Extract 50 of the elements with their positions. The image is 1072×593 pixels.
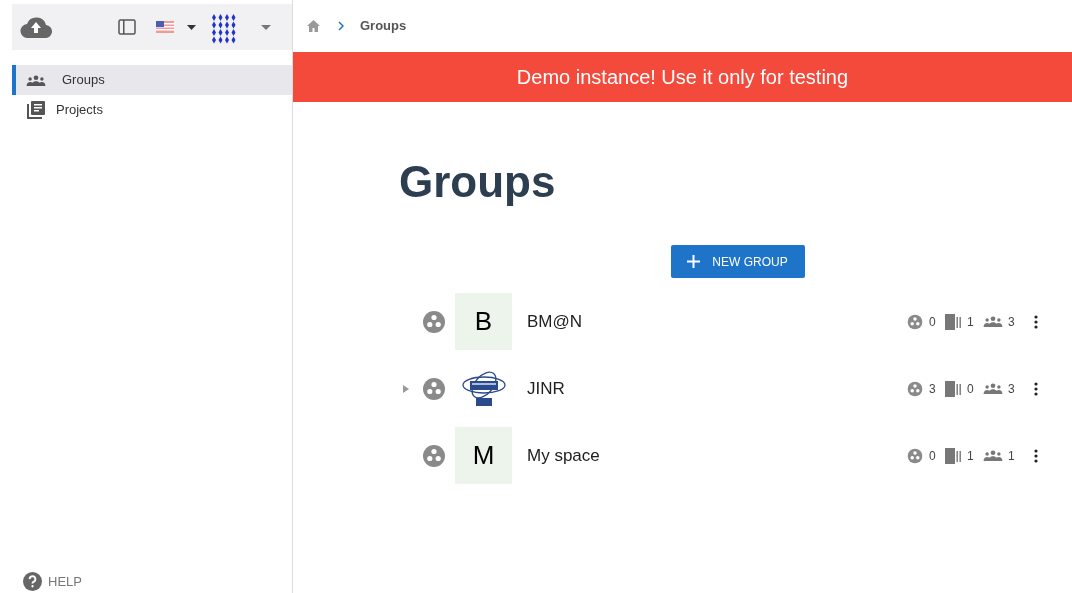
subgroup-count: 0 bbox=[929, 313, 937, 331]
subgroup-icon bbox=[907, 447, 923, 464]
people-icon bbox=[25, 74, 47, 86]
group-name[interactable]: My space bbox=[527, 442, 907, 469]
breadcrumb-current: Groups bbox=[360, 17, 407, 36]
project-count: 1 bbox=[967, 313, 975, 331]
group-name[interactable]: BM@N bbox=[527, 308, 907, 335]
logo-icon bbox=[460, 368, 507, 409]
home-icon[interactable] bbox=[307, 20, 320, 32]
plus-icon bbox=[687, 255, 701, 268]
sidebar-item-label: Projects bbox=[56, 101, 103, 120]
people-icon bbox=[983, 450, 1003, 461]
help-link[interactable]: HELP bbox=[48, 571, 82, 591]
caret-icon[interactable] bbox=[187, 24, 196, 30]
chevron-right-icon bbox=[338, 21, 344, 31]
more-icon[interactable] bbox=[1034, 448, 1038, 463]
new-group-button[interactable]: NEW GROUP bbox=[670, 245, 805, 278]
group-name[interactable]: JINR bbox=[527, 375, 907, 402]
group-icon bbox=[422, 309, 446, 334]
people-icon bbox=[983, 383, 1003, 394]
subgroup-count: 0 bbox=[929, 447, 937, 465]
project-count: 1 bbox=[967, 447, 975, 465]
group-avatar: M bbox=[455, 427, 512, 484]
sidebar-item-label: Groups bbox=[62, 71, 105, 90]
group-icon bbox=[422, 376, 446, 401]
expand-icon[interactable] bbox=[403, 384, 409, 393]
more-icon[interactable] bbox=[1034, 314, 1038, 329]
member-count: 1 bbox=[1008, 447, 1016, 465]
book-icon bbox=[26, 100, 46, 120]
member-count: 3 bbox=[1008, 380, 1016, 398]
page-title: Groups bbox=[399, 156, 557, 208]
sidebar-item[interactable]: Groups bbox=[12, 65, 292, 95]
people-icon bbox=[983, 316, 1003, 327]
project-icon bbox=[945, 447, 962, 464]
flag-icon[interactable] bbox=[156, 21, 174, 33]
project-count: 0 bbox=[967, 380, 975, 398]
sidebar-item[interactable]: Projects bbox=[12, 95, 292, 125]
cloud-upload-icon[interactable] bbox=[20, 16, 52, 38]
project-icon bbox=[945, 380, 962, 397]
subgroup-icon bbox=[907, 313, 923, 330]
more-icon[interactable] bbox=[1034, 381, 1038, 396]
sidebar-toggle-icon[interactable] bbox=[118, 19, 136, 35]
group-icon bbox=[422, 443, 446, 468]
group-avatar: B bbox=[455, 293, 512, 350]
subgroup-icon bbox=[907, 380, 923, 397]
subgroup-count: 3 bbox=[929, 380, 937, 398]
demo-banner: Demo instance! Use it only for testing bbox=[293, 52, 1072, 102]
project-icon bbox=[945, 313, 962, 330]
help-icon[interactable] bbox=[23, 571, 42, 591]
member-count: 3 bbox=[1008, 313, 1016, 331]
